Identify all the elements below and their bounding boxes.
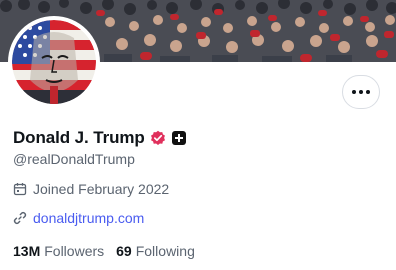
display-name: Donald J. Trump — [13, 128, 145, 147]
website-link[interactable]: donaldjtrump.com — [33, 210, 144, 226]
joined-text: Joined February 2022 — [33, 181, 170, 197]
link-icon — [13, 211, 27, 225]
verified-badge-icon[interactable] — [150, 130, 166, 146]
more-horizontal-icon — [352, 90, 356, 94]
following-count: 69 — [116, 243, 132, 259]
avatar-image — [12, 20, 96, 104]
following-label: Following — [135, 243, 195, 259]
follow-stats: 13M Followers 69 Following — [13, 243, 195, 259]
followers-link[interactable]: 13M Followers — [13, 243, 104, 259]
joined-date: Joined February 2022 — [13, 181, 169, 197]
website-row: donaldjtrump.com — [13, 210, 144, 226]
followers-count: 13M — [13, 243, 41, 259]
more-options-button[interactable] — [342, 75, 380, 109]
calendar-icon — [13, 182, 27, 196]
avatar[interactable] — [8, 16, 100, 108]
following-link[interactable]: 69 Following — [116, 243, 195, 259]
followers-label: Followers — [44, 243, 105, 259]
plus-badge-icon[interactable] — [171, 131, 186, 145]
name-row: Donald J. Trump — [13, 127, 186, 149]
profile-header: Donald J. Trump @realDonaldTrump Joined … — [0, 0, 396, 270]
profile-handle: @realDonaldTrump — [13, 151, 135, 167]
